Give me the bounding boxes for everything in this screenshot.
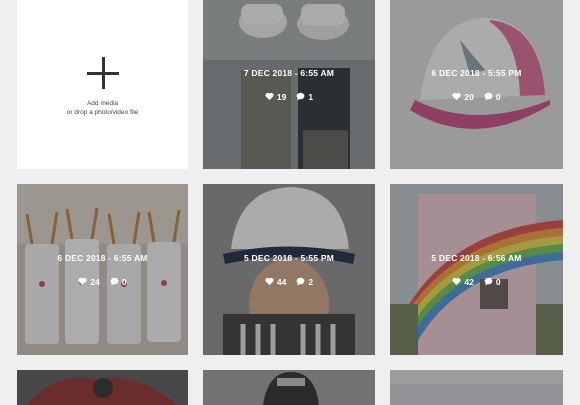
comment-icon: [110, 277, 119, 286]
like-count: 20: [464, 91, 474, 102]
like-count: 42: [464, 276, 474, 287]
like-count: 44: [276, 276, 287, 287]
media-tile[interactable]: 6 DEC 2018 - 6:55 AM 24 0: [17, 184, 188, 355]
add-media-label: Add media: [86, 99, 119, 107]
add-media-hint: or drop a photo/video file: [66, 108, 139, 116]
media-tile[interactable]: 7 DEC 2018 - 6:55 AM 19 1: [203, 0, 375, 169]
comment-count: 0: [495, 276, 501, 287]
comment-icon: [484, 92, 493, 101]
comment-count: 0: [121, 276, 127, 287]
comment-count: 2: [308, 276, 314, 287]
post-date: 5 DEC 2018 - 6:56 AM: [431, 252, 522, 263]
comment-count: 1: [308, 91, 314, 102]
add-media-tile[interactable]: Add media or drop a photo/video file: [17, 0, 188, 169]
heart-icon: [265, 277, 274, 286]
comment-icon: [484, 277, 493, 286]
post-date: 6 DEC 2018 - 5:55 PM: [431, 67, 522, 78]
media-tile[interactable]: [203, 370, 375, 405]
media-tile[interactable]: 5 DEC 2018 - 6:56 AM 42 0: [390, 184, 563, 355]
comment-icon: [296, 277, 305, 286]
comment-icon: [296, 92, 305, 101]
post-date: 5 DEC 2018 - 5:55 PM: [244, 252, 334, 263]
media-tile[interactable]: 5 DEC 2018 - 5:55 PM 44 2: [203, 184, 375, 355]
media-tile[interactable]: [17, 370, 188, 405]
comment-count: 0: [495, 91, 501, 102]
heart-icon: [265, 92, 274, 101]
heart-icon: [78, 277, 87, 286]
media-tile[interactable]: 6 DEC 2018 - 5:55 PM 20 0: [390, 0, 563, 169]
plus-icon: [86, 56, 119, 89]
heart-icon: [452, 92, 461, 101]
like-count: 19: [276, 91, 287, 102]
like-count: 24: [90, 276, 100, 287]
post-date: 7 DEC 2018 - 6:55 AM: [243, 67, 335, 78]
heart-icon: [452, 277, 461, 286]
media-tile[interactable]: [390, 370, 563, 405]
post-date: 6 DEC 2018 - 6:55 AM: [57, 252, 148, 263]
